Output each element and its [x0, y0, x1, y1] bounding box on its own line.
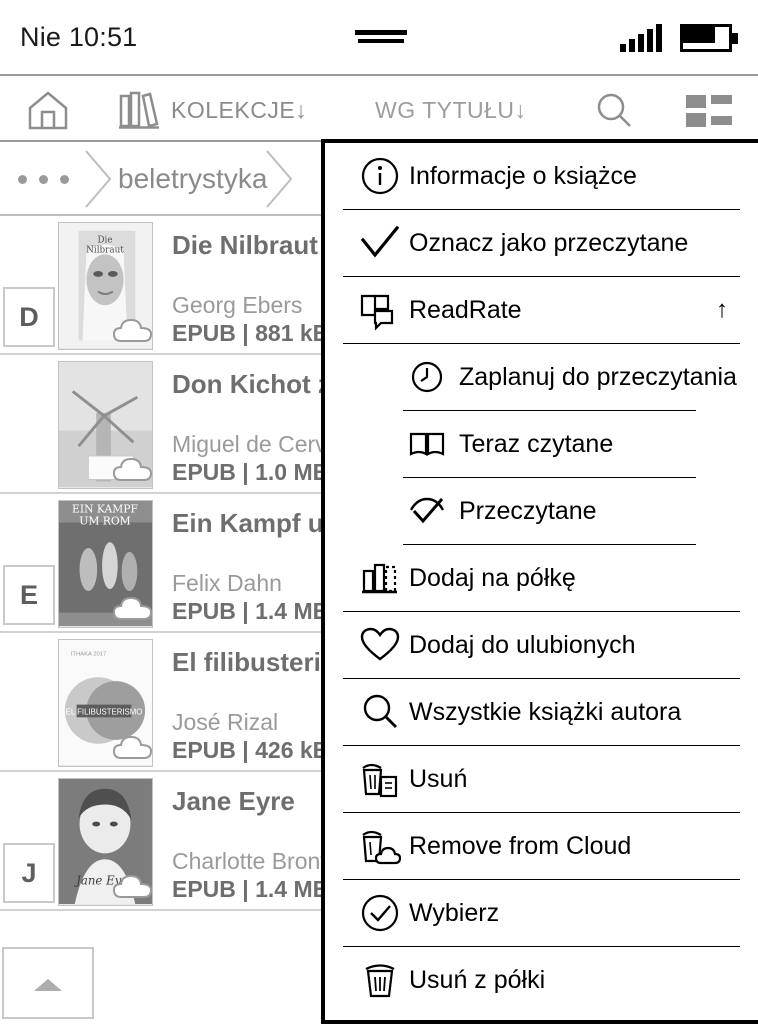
menu-item-label: Zaplanuj do przeczytania	[459, 362, 737, 391]
menu-item-mark-as-read[interactable]: Oznacz jako przeczytane	[325, 210, 758, 276]
breadcrumb-chevron-1	[84, 150, 114, 208]
status-time: Nie 10:51	[20, 22, 138, 52]
check-circle-icon	[359, 892, 401, 934]
cloud-icon	[113, 734, 152, 760]
collapse-arrow-icon[interactable]: ↑	[716, 296, 728, 324]
book-title: Jane Eyre	[172, 786, 295, 816]
book-meta: EPUB | 881 kB	[172, 320, 330, 346]
cloud-icon	[113, 456, 152, 482]
main-toolbar: KOLEKCJE↓ WG TYTUŁU↓	[0, 76, 758, 142]
trash-cloud-icon	[359, 825, 401, 867]
menu-item-remove-from-shelf[interactable]: Usuń z półki	[325, 947, 758, 1013]
cloud-icon	[113, 595, 152, 621]
info-circle-icon	[359, 155, 401, 197]
menu-item-delete[interactable]: Usuń	[325, 746, 758, 812]
home-icon[interactable]	[26, 90, 70, 130]
menu-item-now-reading[interactable]: Teraz czytane	[325, 411, 758, 477]
grid-view-icon[interactable]	[686, 95, 732, 127]
book-meta: EPUB | 1.4 MB	[172, 598, 330, 624]
svg-text:UM ROM: UM ROM	[79, 514, 130, 527]
search-icon	[359, 691, 401, 733]
menu-item-add-to-shelf[interactable]: Dodaj na półkę	[325, 545, 758, 611]
book-context-menu: Informacje o książce Oznacz jako przeczy…	[321, 139, 758, 1024]
book-title: Die Nilbraut	[172, 230, 318, 260]
sidebar-item-collections[interactable]: KOLEKCJE↓	[118, 90, 307, 130]
check-badge-icon	[409, 493, 445, 529]
el-filibusterismo-cover[interactable]: EL FILIBUSTERISMO ITHAKA 2017	[58, 639, 153, 767]
trash-icon	[359, 959, 401, 1001]
menu-item-label: Oznacz jako przeczytane	[409, 228, 689, 257]
don-kichot-cover[interactable]	[58, 361, 153, 489]
ereader-screen: Nie 10:51 KOLEKCJE↓ WG TYTUŁU↓ beletryst…	[0, 0, 758, 1024]
menu-item-label: Wybierz	[409, 898, 500, 927]
clock-icon	[409, 359, 445, 395]
menu-item-label: Usuń	[409, 764, 468, 793]
menu-item-label: Wszystkie książki autora	[409, 697, 682, 726]
menu-item-label: ReadRate	[409, 295, 522, 324]
index-letter: E	[3, 565, 55, 625]
status-bar: Nie 10:51	[0, 0, 758, 76]
menu-item-read[interactable]: Przeczytane	[325, 478, 758, 544]
book-author: Felix Dahn	[172, 570, 282, 596]
add-to-shelf-icon	[359, 557, 401, 599]
menu-item-label: Dodaj do ulubionych	[409, 630, 636, 659]
svg-text:ITHAKA 2017: ITHAKA 2017	[71, 652, 107, 658]
menu-item-label: Teraz czytane	[459, 429, 614, 458]
collections-label: KOLEKCJE↓	[171, 96, 308, 123]
index-letter: J	[3, 843, 55, 903]
menu-item-select[interactable]: Wybierz	[325, 880, 758, 946]
breadcrumb-more-button[interactable]	[18, 142, 81, 214]
battery-icon	[680, 24, 738, 52]
signal-strength-icon	[620, 24, 666, 52]
breadcrumb-chevron-2	[265, 150, 295, 208]
menu-item-book-info[interactable]: Informacje o książce	[325, 143, 758, 209]
book-meta: EPUB | 1.0 MB	[172, 459, 330, 485]
search-icon[interactable]	[594, 90, 634, 130]
ein-kampf-um-rom-cover[interactable]: EIN KAMPF UM ROM	[58, 500, 153, 628]
trash-file-icon	[359, 758, 401, 800]
svg-text:EL FILIBUSTERISMO: EL FILIBUSTERISMO	[66, 707, 143, 716]
die-nilbraut-cover[interactable]: Die Nilbraut	[58, 222, 153, 350]
menu-item-label: Remove from Cloud	[409, 831, 632, 860]
menu-item-label: Dodaj na półkę	[409, 563, 576, 592]
book-author: José Rizal	[172, 709, 279, 735]
readrate-book-bubble-icon	[359, 289, 401, 331]
book-title: Ein Kampf ur	[172, 508, 334, 538]
book-meta: EPUB | 426 kB	[172, 737, 330, 763]
books-shelf-icon	[119, 91, 159, 129]
book-title: Don Kichot z	[172, 369, 331, 399]
check-icon	[359, 222, 401, 264]
cloud-icon	[113, 873, 152, 899]
jane-eyre-cover[interactable]: Jane Eyre	[58, 778, 153, 906]
sort-by-title-button[interactable]: WG TYTUŁU↓	[375, 97, 527, 124]
menu-item-all-books-by-author[interactable]: Wszystkie książki autora	[325, 679, 758, 745]
cloud-icon	[113, 317, 152, 343]
menu-item-readrate[interactable]: ReadRate ↑	[325, 277, 758, 343]
heart-icon	[359, 624, 401, 666]
triangle-up-icon	[34, 979, 62, 991]
svg-text:Die: Die	[97, 236, 112, 246]
open-book-icon	[409, 426, 445, 462]
book-meta: EPUB | 1.4 MB	[172, 876, 330, 902]
book-author: Miguel de Cerva	[172, 431, 340, 457]
scroll-up-button[interactable]	[2, 947, 94, 1019]
menu-item-label: Informacje o książce	[409, 161, 637, 190]
menu-item-label: Usuń z półki	[409, 965, 546, 994]
wifi-bars-icon	[355, 30, 407, 46]
index-letter: D	[3, 287, 55, 347]
svg-text:Nilbraut: Nilbraut	[86, 245, 124, 255]
menu-item-add-to-favorites[interactable]: Dodaj do ulubionych	[325, 612, 758, 678]
book-title: El filibusteris	[172, 647, 336, 677]
book-author: Charlotte Bront	[172, 848, 327, 874]
breadcrumb-current[interactable]: beletrystyka	[118, 142, 267, 214]
menu-item-label: Przeczytane	[459, 496, 597, 525]
menu-item-plan-to-read[interactable]: Zaplanuj do przeczytania	[325, 344, 758, 410]
menu-item-remove-from-cloud[interactable]: Remove from Cloud	[325, 813, 758, 879]
book-author: Georg Ebers	[172, 292, 303, 318]
